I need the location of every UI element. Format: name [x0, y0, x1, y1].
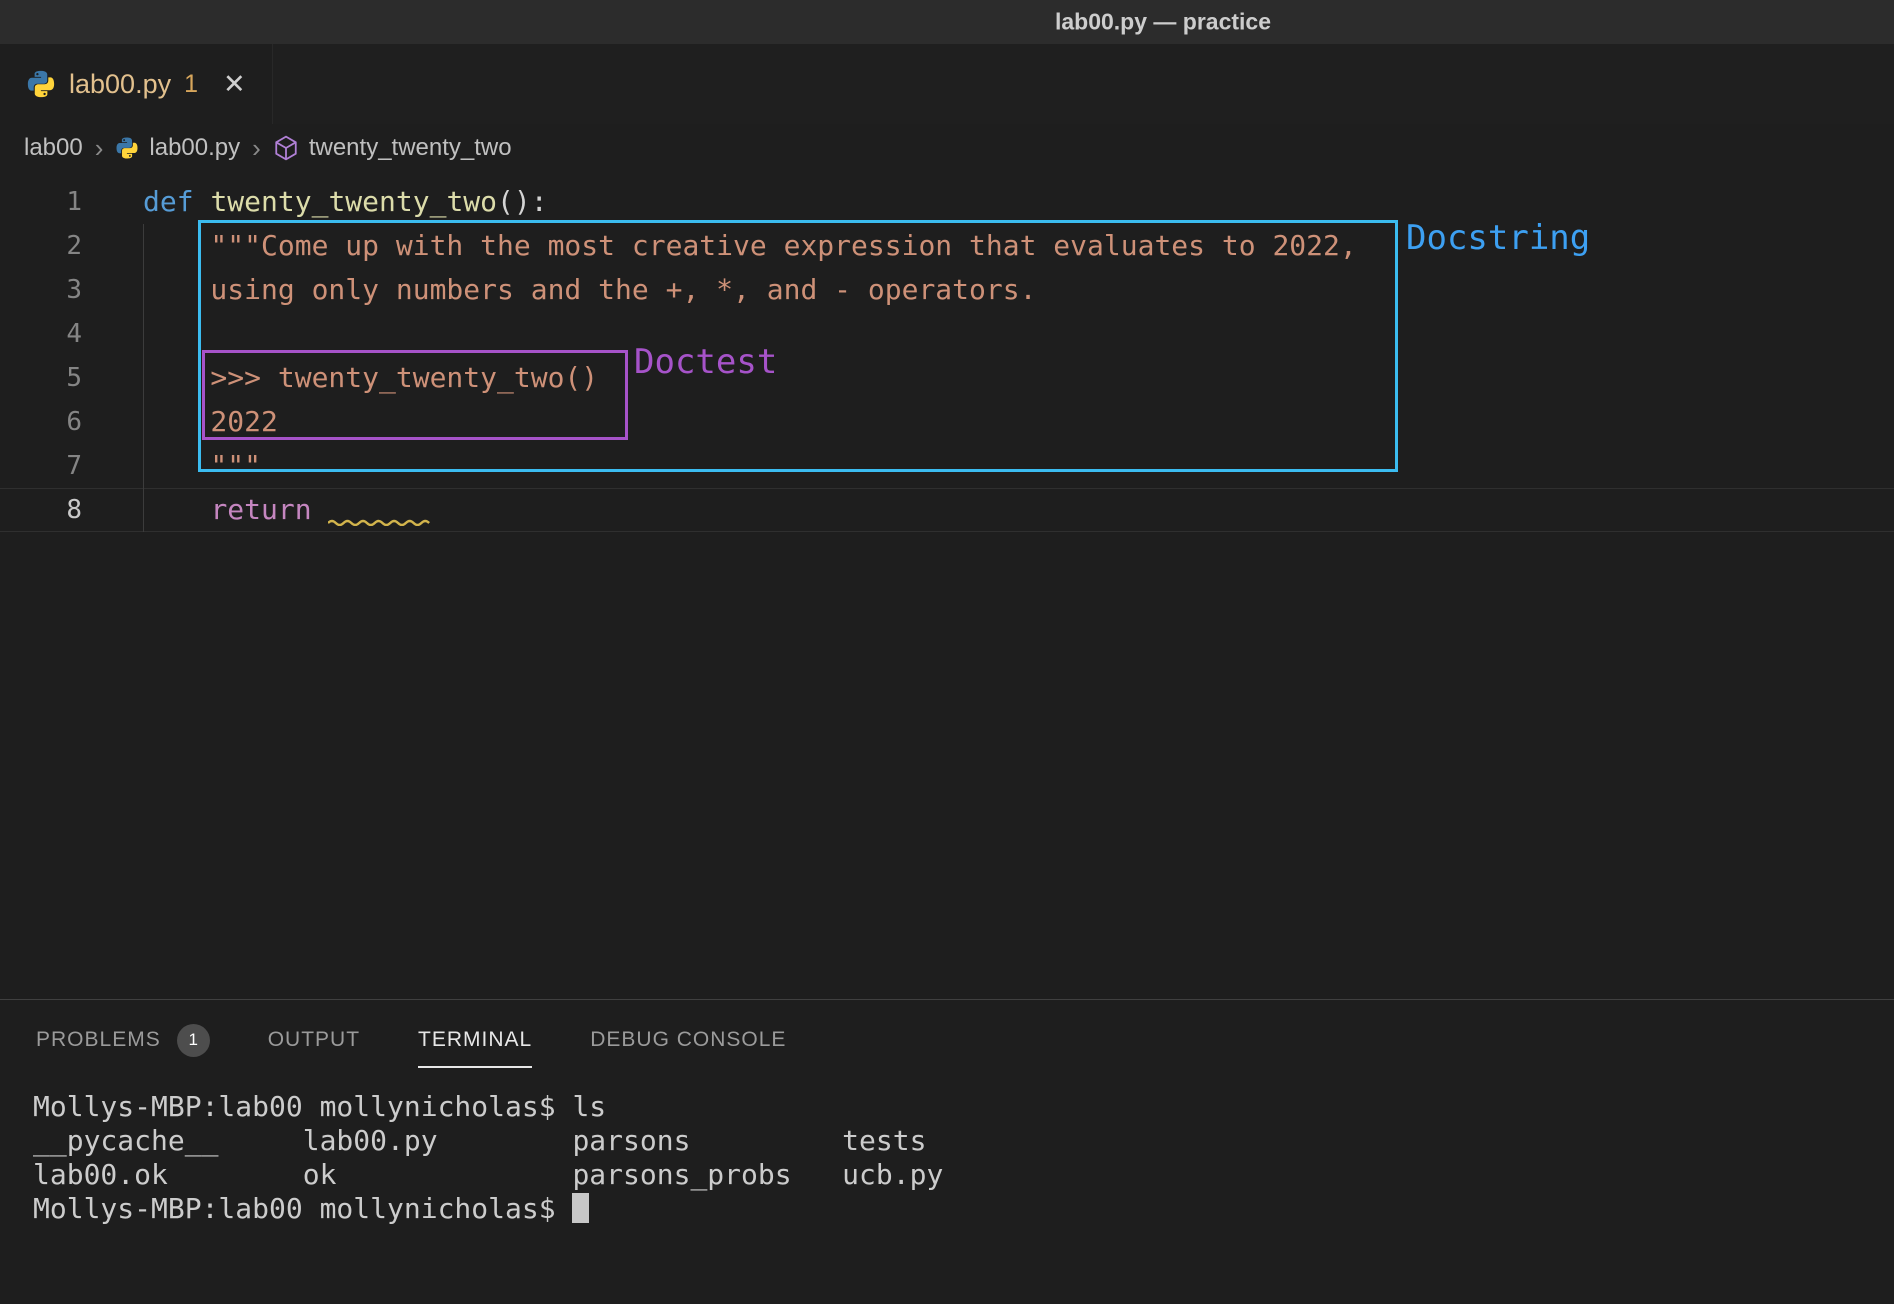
tab-close-icon[interactable]: ✕ [223, 69, 246, 100]
line-number[interactable]: 5 [0, 356, 82, 400]
editor[interactable]: 1def twenty_twenty_two():2 """Come up wi… [0, 172, 1894, 999]
panel-tab-debug-console[interactable]: DEBUG CONSOLE [590, 1000, 786, 1080]
code-segment: """ [143, 449, 261, 482]
window-title: lab00.py — practice [1055, 9, 1271, 36]
code-segment: using only numbers and the +, *, and - o… [143, 273, 1036, 306]
titlebar: lab00.py — practice [0, 0, 1894, 44]
code-text[interactable]: 2022 [143, 400, 1894, 444]
code-text[interactable]: using only numbers and the +, *, and - o… [143, 268, 1894, 312]
code-text[interactable]: def twenty_twenty_two(): [143, 180, 1894, 224]
code-segment [312, 493, 329, 526]
code-text[interactable]: """Come up with the most creative expres… [143, 224, 1894, 268]
python-icon [115, 136, 139, 160]
breadcrumb-file[interactable]: lab00.py [149, 134, 240, 162]
indent-guide [143, 224, 144, 532]
code-line-4[interactable]: 4 [0, 312, 1894, 356]
breadcrumb-symbol[interactable]: twenty_twenty_two [309, 134, 512, 162]
code-line-7[interactable]: 7 """ [0, 444, 1894, 488]
line-number[interactable]: 6 [0, 400, 82, 444]
vscode-window: lab00.py — practice lab00.py 1 ✕ lab00 ›… [0, 0, 1894, 1304]
chevron-right-icon: › [252, 133, 261, 164]
code-text[interactable]: return [143, 488, 1894, 532]
terminal-line: lab00.ok ok parsons_probs ucb.py [33, 1158, 1894, 1192]
code-text[interactable]: """ [143, 444, 1894, 488]
code-segment: return [210, 493, 311, 526]
terminal[interactable]: Mollys-MBP:lab00 mollynicholas$ ls__pyca… [0, 1080, 1894, 1304]
breadcrumb: lab00 › lab00.py › twenty_twenty_two [0, 124, 1894, 172]
line-number[interactable]: 2 [0, 224, 82, 268]
code-segment: 2022 [143, 405, 278, 438]
terminal-lines: Mollys-MBP:lab00 mollynicholas$ ls__pyca… [33, 1090, 1894, 1192]
code-line-3[interactable]: 3 using only numbers and the +, *, and -… [0, 268, 1894, 312]
panel-tab-terminal[interactable]: TERMINAL [418, 1000, 532, 1080]
tab-bar: lab00.py 1 ✕ [0, 44, 1894, 124]
tab-label: lab00.py [69, 69, 171, 100]
terminal-line: __pycache__ lab00.py parsons tests [33, 1124, 1894, 1158]
terminal-cursor[interactable] [572, 1193, 589, 1223]
panel-tab-label: DEBUG CONSOLE [590, 1028, 786, 1052]
symbol-cube-icon [273, 135, 299, 161]
panel-tab-label: OUTPUT [268, 1028, 360, 1052]
code-segment: """Come up with the most creative expres… [143, 229, 1357, 262]
code-line-2[interactable]: 2 """Come up with the most creative expr… [0, 224, 1894, 268]
code-line-8[interactable]: 8 return [0, 488, 1894, 532]
code-line-1[interactable]: 1 def twenty_twenty_two(): [0, 180, 1894, 224]
line-number[interactable]: 1 [0, 180, 82, 224]
line-number[interactable]: 3 [0, 268, 82, 312]
panel-tabs: PROBLEMS 1 OUTPUT TERMINAL DEBUG CONSOLE [0, 1000, 1894, 1080]
code-lines: 1def twenty_twenty_two():2 """Come up wi… [0, 172, 1894, 532]
breadcrumb-folder[interactable]: lab00 [24, 134, 83, 162]
code-segment [143, 493, 210, 526]
bottom-panel: PROBLEMS 1 OUTPUT TERMINAL DEBUG CONSOLE Mol… [0, 999, 1894, 1304]
code-text[interactable] [143, 312, 1894, 356]
panel-tab-label: TERMINAL [418, 1028, 532, 1052]
code-line-6[interactable]: 6 2022 [0, 400, 1894, 444]
terminal-prompt-line[interactable]: Mollys-MBP:lab00 mollynicholas$ [33, 1192, 1894, 1226]
problems-count-badge: 1 [177, 1024, 210, 1057]
code-segment: (): [497, 185, 548, 218]
panel-tab-output[interactable]: OUTPUT [268, 1000, 360, 1080]
line-number[interactable]: 4 [0, 312, 82, 356]
terminal-line: Mollys-MBP:lab00 mollynicholas$ ls [33, 1090, 1894, 1124]
code-text[interactable]: >>> twenty_twenty_two() [143, 356, 1894, 400]
python-icon [26, 69, 56, 99]
code-segment: twenty_twenty_two [210, 185, 497, 218]
line-number[interactable]: 7 [0, 444, 82, 488]
tab-dirty-count: 1 [184, 70, 198, 99]
panel-tab-problems[interactable]: PROBLEMS 1 [36, 1000, 210, 1080]
tab-lab00py[interactable]: lab00.py 1 ✕ [0, 44, 273, 124]
code-segment [328, 488, 429, 532]
line-number[interactable]: 8 [0, 488, 82, 532]
code-line-5[interactable]: 5 >>> twenty_twenty_two() [0, 356, 1894, 400]
code-segment: def [143, 185, 210, 218]
chevron-right-icon: › [95, 133, 104, 164]
panel-tab-label: PROBLEMS [36, 1028, 161, 1052]
terminal-prompt: Mollys-MBP:lab00 mollynicholas$ [33, 1192, 572, 1225]
error-squiggle-icon [328, 518, 429, 526]
code-segment: >>> twenty_twenty_two() [143, 361, 598, 394]
